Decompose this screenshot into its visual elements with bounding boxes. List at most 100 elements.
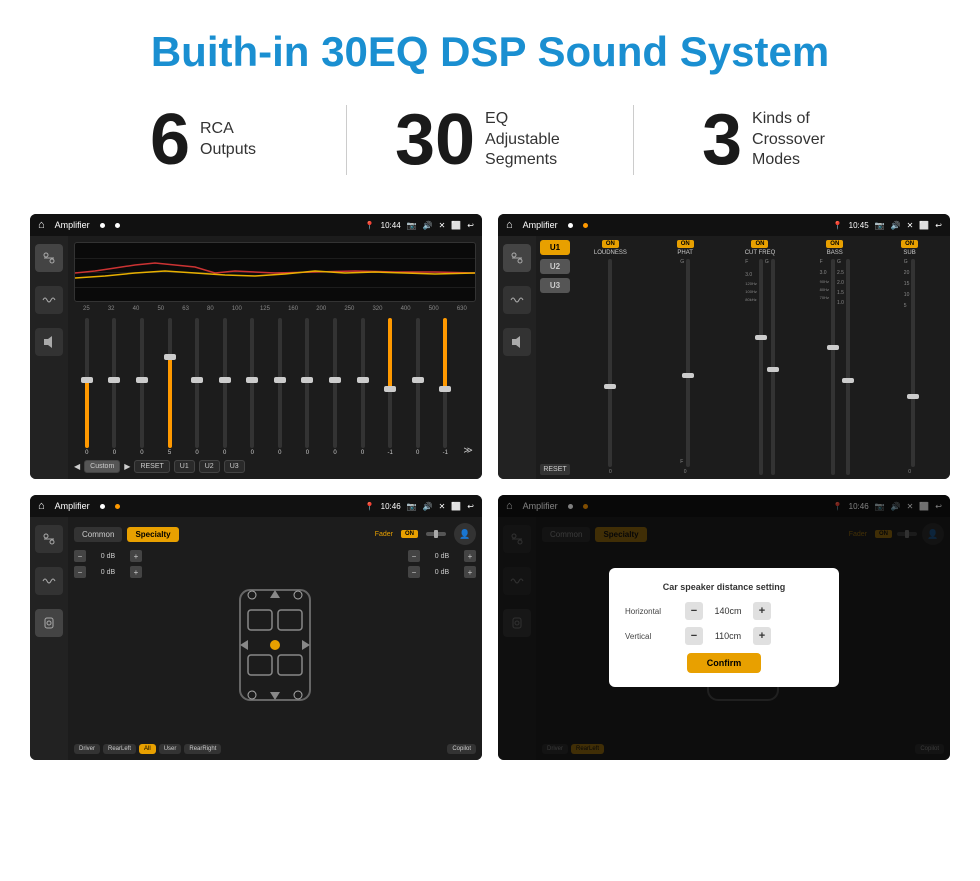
fader-plus-4[interactable]: + xyxy=(464,566,476,578)
eq-sidebar-vol-btn[interactable] xyxy=(35,328,63,356)
back-icon[interactable]: ↩ xyxy=(467,221,474,230)
cross-u2-btn[interactable]: U2 xyxy=(540,259,570,274)
fader-btn-rearleft[interactable]: RearLeft xyxy=(103,744,136,754)
fader-db-row-1: − 0 dB + xyxy=(74,550,142,562)
fader-sidebar-wave-btn[interactable] xyxy=(35,567,63,595)
cross-phat-on[interactable]: ON xyxy=(677,240,694,248)
dialog-horizontal-plus[interactable]: + xyxy=(753,602,771,620)
cross-sidebar-wave-btn[interactable] xyxy=(503,286,531,314)
eq-u1-btn[interactable]: U1 xyxy=(174,460,195,473)
fader-btn-rearright[interactable]: RearRight xyxy=(184,744,221,754)
fader-plus-3[interactable]: + xyxy=(464,550,476,562)
fader-minus-3[interactable]: − xyxy=(408,550,420,562)
fader-db-val-4: 0 dB xyxy=(423,569,461,576)
dialog-horizontal-label: Horizontal xyxy=(625,607,680,616)
dialog-vertical-val: 110cm xyxy=(708,631,748,641)
eq-slider-12[interactable]: 0 xyxy=(405,318,431,456)
cross-sub-slider[interactable] xyxy=(911,259,915,467)
dialog-vertical-label: Vertical xyxy=(625,632,680,641)
stat-number-eq: 30 xyxy=(395,104,475,176)
fader-sidebar-spk-btn[interactable] xyxy=(35,609,63,637)
cross-cutfreq-on[interactable]: ON xyxy=(751,240,768,248)
cross-phat-slider[interactable] xyxy=(686,259,690,467)
eq-slider-0[interactable]: 0 xyxy=(74,318,100,456)
cross-bass-slider2[interactable] xyxy=(846,259,850,475)
eq-sidebar-wave-btn[interactable] xyxy=(35,286,63,314)
cross-cutfreq-label: CUT FREQ xyxy=(745,250,776,256)
eq-slider-13[interactable]: -1 xyxy=(433,318,459,456)
dialog-horizontal-val: 140cm xyxy=(708,606,748,616)
cross-reset-btn[interactable]: RESET xyxy=(540,464,570,475)
fader-btn-all[interactable]: All xyxy=(139,744,156,754)
cross-bass-on[interactable]: ON xyxy=(826,240,843,248)
stat-eq: 30 EQ AdjustableSegments xyxy=(347,104,633,176)
cross-sub-on[interactable]: ON xyxy=(901,240,918,248)
eq-slider-1[interactable]: 0 xyxy=(102,318,128,456)
cross-loudness-on[interactable]: ON xyxy=(602,240,619,248)
eq-next-btn[interactable]: ▶ xyxy=(124,462,130,471)
cross-time: 10:45 xyxy=(849,221,869,230)
cross-cutfreq-slider1[interactable] xyxy=(759,259,763,475)
eq-sidebar-eq-btn[interactable] xyxy=(35,244,63,272)
cross-cutfreq-slider2[interactable] xyxy=(771,259,775,475)
eq-slider-5[interactable]: 0 xyxy=(212,318,238,456)
cross-sidebar-vol-btn[interactable] xyxy=(503,328,531,356)
eq-slider-8[interactable]: 0 xyxy=(295,318,321,456)
fader-btn-copilot[interactable]: Copilot xyxy=(447,744,476,754)
fader-plus-2[interactable]: + xyxy=(130,566,142,578)
window-icon: ⬜ xyxy=(451,221,461,230)
fader-minus-1[interactable]: − xyxy=(74,550,86,562)
cross-loudness-slider1[interactable] xyxy=(608,259,612,467)
eq-slider-10[interactable]: 0 xyxy=(350,318,376,456)
fader-db-row-4: − 0 dB + xyxy=(408,566,476,578)
home-icon-fader[interactable]: ⌂ xyxy=(38,500,45,512)
fader-tabs: Common Specialty Fader ON 👤 xyxy=(74,523,476,545)
home-icon[interactable]: ⌂ xyxy=(38,219,45,231)
fader-btn-user[interactable]: User xyxy=(159,744,182,754)
eq-scroll-right[interactable]: ≫ xyxy=(460,445,476,456)
eq-title: Amplifier xyxy=(55,220,90,230)
fader-plus-1[interactable]: + xyxy=(130,550,142,562)
eq-reset-btn[interactable]: RESET xyxy=(134,460,169,473)
eq-slider-3[interactable]: 5 xyxy=(157,318,183,456)
eq-custom-btn[interactable]: Custom xyxy=(84,460,120,473)
eq-screen-content: 253240506380100125160200250320400500630 … xyxy=(30,236,482,479)
back-icon-fader[interactable]: ↩ xyxy=(467,502,474,511)
eq-slider-7[interactable]: 0 xyxy=(267,318,293,456)
dialog-vertical-minus[interactable]: − xyxy=(685,627,703,645)
fader-tab-specialty[interactable]: Specialty xyxy=(127,527,178,542)
fader-minus-4[interactable]: − xyxy=(408,566,420,578)
eq-u3-btn[interactable]: U3 xyxy=(224,460,245,473)
fader-db-val-2: 0 dB xyxy=(89,569,127,576)
dialog-vertical-plus[interactable]: + xyxy=(753,627,771,645)
confirm-button[interactable]: Confirm xyxy=(687,653,762,673)
fader-btn-driver[interactable]: Driver xyxy=(74,744,100,754)
eq-u2-btn[interactable]: U2 xyxy=(199,460,220,473)
cross-bass-label: BASS xyxy=(827,250,843,256)
fader-main-area: Common Specialty Fader ON 👤 − 0 dB xyxy=(68,517,482,760)
fader-tab-common[interactable]: Common xyxy=(74,527,122,542)
fader-label: Fader xyxy=(375,531,393,538)
eq-slider-4[interactable]: 0 xyxy=(184,318,210,456)
eq-slider-2[interactable]: 0 xyxy=(129,318,155,456)
fader-minus-2[interactable]: − xyxy=(74,566,86,578)
eq-slider-9[interactable]: 0 xyxy=(322,318,348,456)
eq-prev-btn[interactable]: ◀ xyxy=(74,462,80,471)
back-icon-cross[interactable]: ↩ xyxy=(935,221,942,230)
cross-loudness-ch: ON LOUDNESS 0 xyxy=(574,240,647,475)
cross-sidebar-eq-btn[interactable] xyxy=(503,244,531,272)
window-icon-cross: ⬜ xyxy=(919,221,929,230)
status-dot-cross2 xyxy=(583,223,588,228)
fader-person-icon: 👤 xyxy=(454,523,476,545)
cross-bass-slider1[interactable] xyxy=(831,259,835,475)
eq-slider-6[interactable]: 0 xyxy=(239,318,265,456)
eq-slider-11[interactable]: -1 xyxy=(377,318,403,456)
cross-sub-ch: ON SUB G 20 15 10 5 xyxy=(873,240,946,475)
fader-sidebar-eq-btn[interactable] xyxy=(35,525,63,553)
fader-on-btn[interactable]: ON xyxy=(401,530,418,538)
dialog-vertical-row: Vertical − 110cm + xyxy=(625,627,823,645)
dialog-horizontal-minus[interactable]: − xyxy=(685,602,703,620)
cross-u3-btn[interactable]: U3 xyxy=(540,278,570,293)
cross-u1-btn[interactable]: U1 xyxy=(540,240,570,255)
home-icon-cross[interactable]: ⌂ xyxy=(506,219,513,231)
